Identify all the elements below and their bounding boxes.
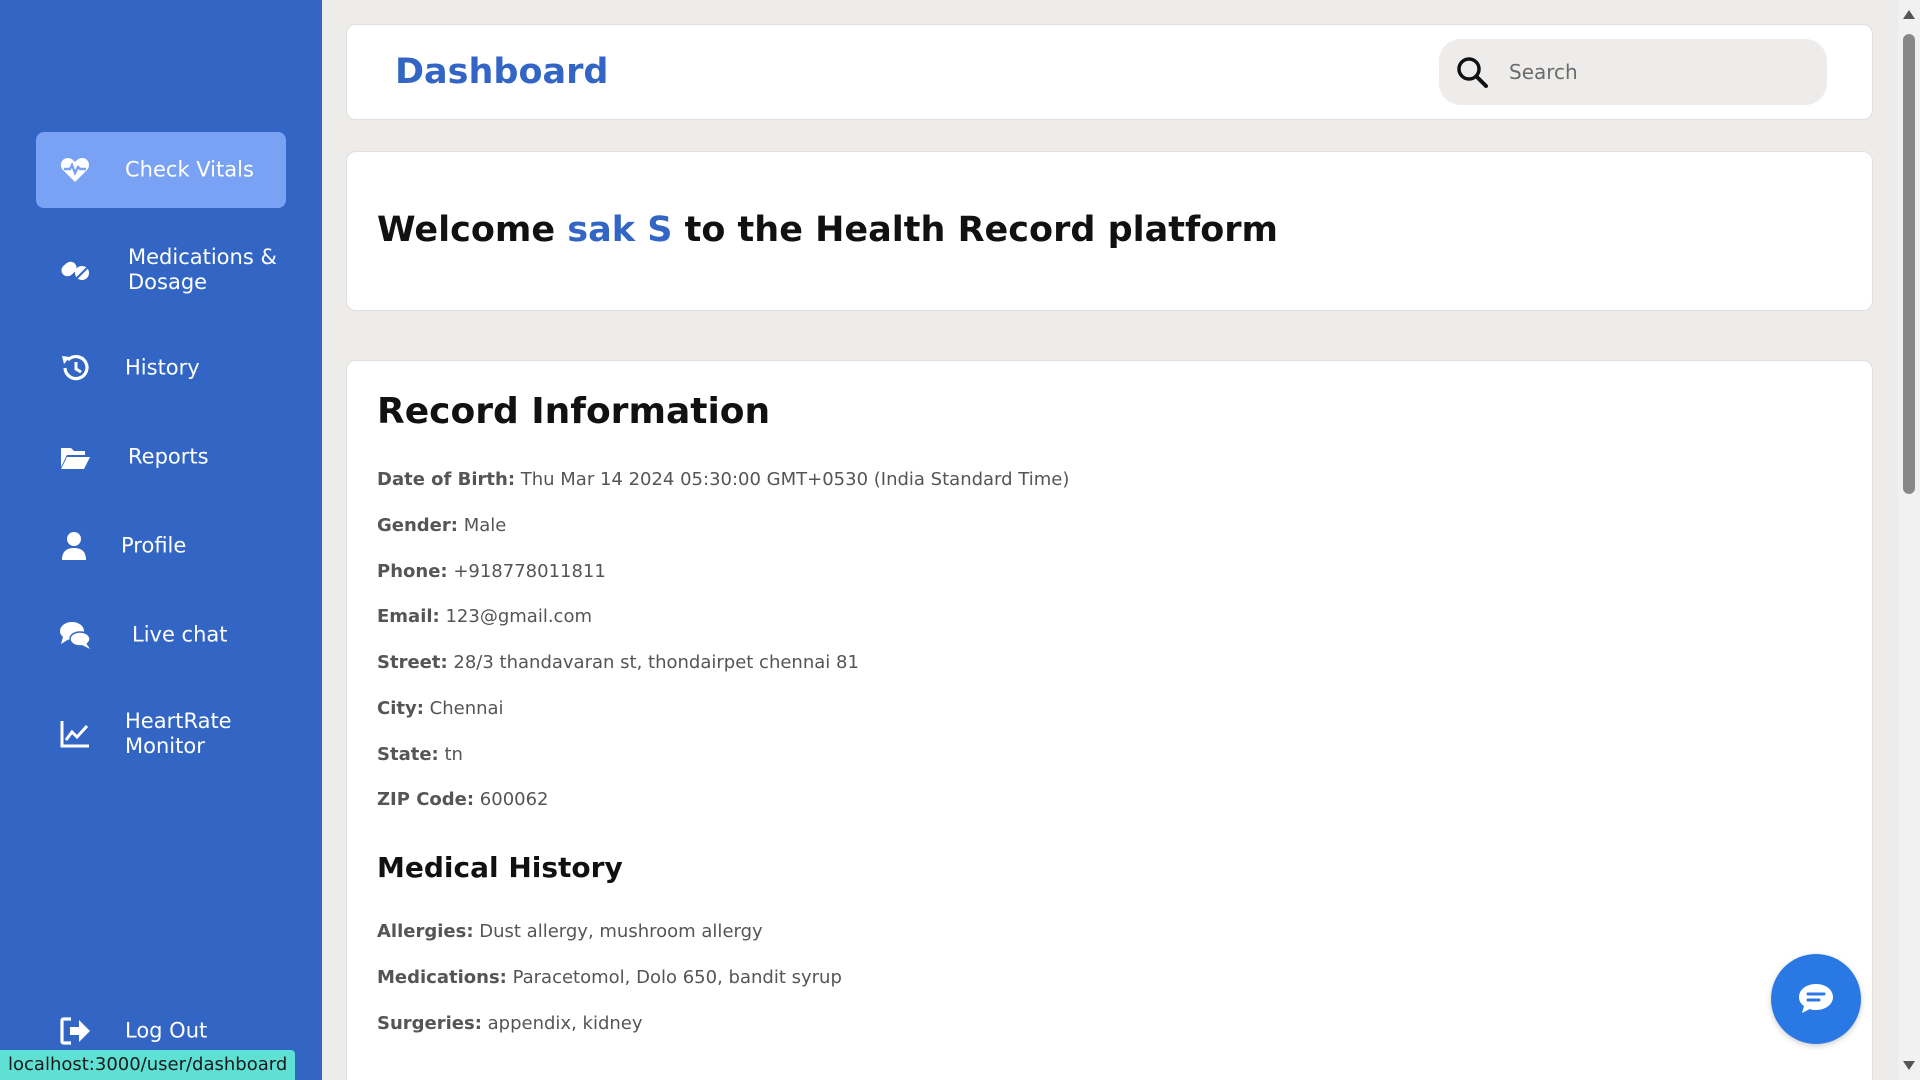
record-card: Record Information Date of Birth: Thu Ma… (346, 360, 1873, 1080)
page-title: Dashboard (395, 52, 609, 92)
field-surgeries: Surgeries: appendix, kidney (377, 1013, 643, 1034)
sidebar-item-live-chat[interactable]: Live chat (36, 597, 286, 673)
sign-out-icon (58, 1014, 92, 1048)
welcome-card: Welcome sak S to the Health Record platf… (346, 151, 1873, 311)
welcome-message: Welcome sak S to the Health Record platf… (377, 210, 1278, 250)
field-allergies: Allergies: Dust allergy, mushroom allerg… (377, 921, 763, 942)
sidebar-item-reports[interactable]: Reports (36, 419, 286, 495)
search-icon[interactable] (1455, 55, 1489, 89)
chart-line-icon (58, 717, 92, 751)
user-name: sak S (567, 210, 673, 250)
sidebar-item-label: Medications & Dosage (128, 245, 277, 294)
folder-open-icon (58, 440, 92, 474)
field-date-of-birth: Date of Birth: Thu Mar 14 2024 05:30:00 … (377, 469, 1070, 490)
sidebar-item-label: HeartRate Monitor (125, 709, 232, 758)
sidebar-item-profile[interactable]: Profile (36, 508, 286, 584)
search-input[interactable] (1509, 53, 1809, 91)
pills-icon (58, 253, 92, 287)
sidebar-item-label: Check Vitals (125, 157, 254, 182)
sidebar-item-check-vitals[interactable]: Check Vitals (36, 132, 286, 208)
welcome-suffix: to the Health Record platform (672, 210, 1278, 250)
sidebar-item-label: Live chat (132, 622, 228, 647)
sidebar-item-label: Profile (121, 533, 187, 558)
record-title: Record Information (377, 391, 771, 432)
comments-icon (58, 618, 92, 652)
field-gender: Gender: Male (377, 515, 507, 536)
scroll-thumb[interactable] (1903, 34, 1915, 494)
field-medications: Medications: Paracetomol, Dolo 650, band… (377, 967, 842, 988)
heart-pulse-icon (58, 153, 92, 187)
scroll-down-arrow[interactable] (1903, 1061, 1915, 1070)
chat-button[interactable] (1771, 954, 1861, 1044)
logout-label: Log Out (125, 1018, 208, 1043)
chat-bubble-icon (1799, 984, 1833, 1013)
field-zip-code: ZIP Code: 600062 (377, 789, 549, 810)
header-card: Dashboard (346, 24, 1873, 120)
sidebar-item-heartrate-monitor[interactable]: HeartRate Monitor (36, 696, 286, 772)
welcome-prefix: Welcome (377, 210, 568, 250)
sidebar-item-label: Reports (128, 444, 209, 469)
scrollbar[interactable] (1898, 0, 1920, 1080)
history-icon (58, 351, 92, 385)
field-email: Email: 123@gmail.com (377, 606, 592, 627)
medical-history-title: Medical History (377, 851, 623, 884)
search-box[interactable] (1439, 39, 1827, 105)
sidebar: Check Vitals Medications & Dosage Histor… (0, 0, 322, 1080)
sidebar-item-history[interactable]: History (36, 330, 286, 406)
field-state: State: tn (377, 744, 463, 765)
field-street: Street: 28/3 thandavaran st, thondairpet… (377, 652, 859, 673)
user-icon (58, 529, 92, 563)
field-city: City: Chennai (377, 698, 504, 719)
sidebar-item-medications[interactable]: Medications & Dosage (36, 232, 286, 308)
status-bar-url: localhost:3000/user/dashboard (0, 1050, 296, 1080)
scroll-up-arrow[interactable] (1903, 10, 1915, 19)
sidebar-item-label: History (125, 355, 200, 380)
field-phone: Phone: +918778011811 (377, 561, 606, 582)
